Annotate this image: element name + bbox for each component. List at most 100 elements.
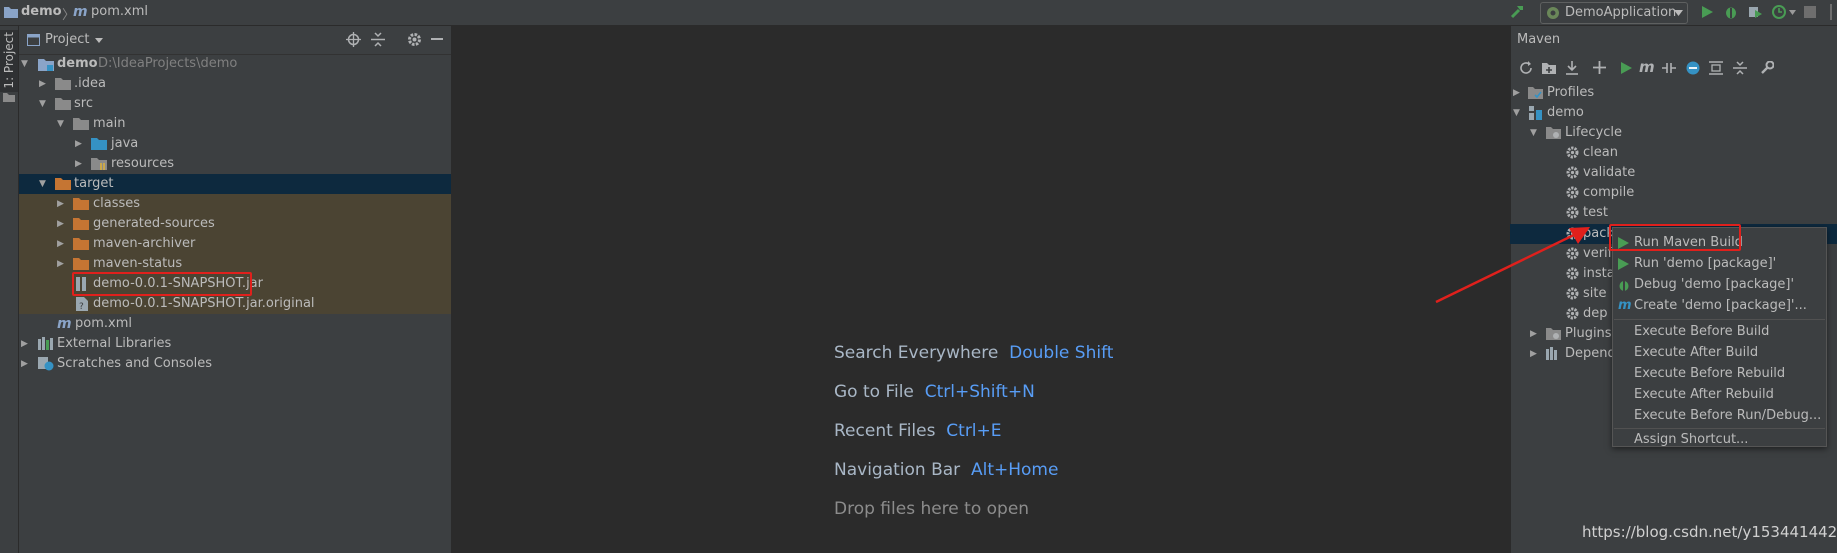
tree-item-generated-sources[interactable]: ▶ generated-sources (19, 214, 451, 234)
skip-tests-icon[interactable] (1686, 61, 1700, 75)
collapsed-arrow-icon: ▶ (57, 259, 64, 269)
tree-item-main[interactable]: ▼ main (19, 114, 451, 134)
tree-item-demo[interactable]: ▼ demo D:\IdeaProjects\demo (19, 54, 451, 74)
project-tool-tab[interactable]: 1: Project (0, 30, 18, 92)
maven-file-icon: m (73, 4, 88, 20)
gear-icon[interactable] (407, 32, 422, 47)
tree-item-java[interactable]: ▶ java (19, 134, 451, 154)
tree-item-target[interactable]: ▼ target (19, 174, 451, 194)
menu-item-create-demo-package[interactable]: m Create 'demo [package]'... (1613, 296, 1826, 316)
tree-item-label: External Libraries (57, 336, 172, 351)
menu-item-label: Execute Before Build (1634, 324, 1770, 339)
collapse-all-icon[interactable] (371, 32, 385, 47)
breadcrumb-file[interactable]: pom.xml (91, 4, 148, 19)
menu-separator (1614, 319, 1825, 320)
run-configuration-label: DemoApplication (1565, 5, 1677, 20)
run-icon[interactable] (1620, 61, 1633, 75)
maven-phase-clean[interactable]: clean (1510, 143, 1837, 163)
profiler-icon[interactable] (1772, 5, 1786, 19)
build-hammer-icon[interactable] (1509, 4, 1525, 20)
watermark-url: https://blog.csdn.net/y1534414425 (1582, 523, 1837, 541)
menu-item-execute-after-build[interactable]: Execute After Build (1613, 343, 1826, 363)
dependencies-icon (1546, 347, 1561, 360)
dropdown-arrow-icon[interactable] (1789, 10, 1796, 15)
chevron-down-icon (1674, 10, 1683, 16)
maven-item-demo[interactable]: ▼ demo (1510, 103, 1837, 123)
generate-sources-icon[interactable] (1542, 61, 1556, 75)
project-tool-tab-label: 1: Project (2, 32, 16, 89)
menu-item-execute-after-rebuild[interactable]: Execute After Rebuild (1613, 385, 1826, 405)
collapsed-arrow-icon: ▶ (57, 219, 64, 229)
menu-item-label: Execute Before Run/Debug... (1634, 408, 1822, 423)
download-icon[interactable] (1565, 61, 1579, 75)
menu-item-run-demo-package[interactable]: Run 'demo [package]' (1613, 254, 1826, 274)
more-actions-icon[interactable] (1828, 4, 1834, 20)
expanded-arrow-icon: ▼ (1513, 108, 1520, 118)
expanded-arrow-icon: ▼ (39, 99, 46, 109)
locate-file-icon[interactable] (346, 32, 361, 47)
tree-item-maven-archiver[interactable]: ▶ maven-archiver (19, 234, 451, 254)
maven-item-profiles[interactable]: ▶ Profiles (1510, 83, 1837, 103)
plugins-folder-icon (1546, 327, 1561, 340)
tree-item-resources[interactable]: ▶ resources (19, 154, 451, 174)
menu-item-execute-before-rebuild[interactable]: Execute Before Rebuild (1613, 364, 1826, 384)
maven-item-lifecycle[interactable]: ▼ Lifecycle (1510, 123, 1837, 143)
menu-item-assign-shortcut[interactable]: Assign Shortcut... (1613, 425, 1826, 447)
tree-item-scratches[interactable]: ▶ Scratches and Consoles (19, 354, 451, 374)
expanded-arrow-icon: ▼ (57, 119, 64, 129)
maven-phase-validate[interactable]: validate (1510, 163, 1837, 183)
menu-item-execute-before-run-debug[interactable]: Execute Before Run/Debug... (1613, 406, 1826, 426)
hint-shortcut: Ctrl+Shift+N (924, 382, 1035, 402)
collapse-all-icon[interactable] (1733, 61, 1747, 75)
maven-item-label: demo (1547, 105, 1584, 120)
tree-item-label: demo-0.0.1-SNAPSHOT.jar.original (93, 296, 315, 311)
tree-item-label: Scratches and Consoles (57, 356, 213, 371)
lifecycle-folder-icon (1546, 126, 1561, 139)
tree-item-maven-status[interactable]: ▶ maven-status (19, 254, 451, 274)
tree-item-idea[interactable]: ▶ .idea (19, 74, 451, 94)
maven-phase-compile[interactable]: compile (1510, 183, 1837, 203)
tree-item-external-libraries[interactable]: ▶ External Libraries (19, 334, 451, 354)
menu-item-execute-before-build[interactable]: Execute Before Build (1613, 322, 1826, 342)
reload-icon[interactable] (1519, 61, 1533, 75)
project-view-selector[interactable]: Project (45, 32, 89, 47)
stop-icon[interactable] (1804, 6, 1816, 18)
run-with-coverage-icon[interactable] (1748, 5, 1762, 19)
debug-icon[interactable] (1724, 5, 1738, 19)
hint-navigation-bar: Navigation Bar Alt+Home (834, 460, 1058, 480)
collapsed-arrow-icon: ▶ (1530, 329, 1537, 339)
settings-wrench-icon[interactable] (1760, 61, 1774, 75)
hint-label: Search Everywhere (834, 343, 999, 363)
chevron-down-icon[interactable] (95, 38, 103, 43)
folder-icon (73, 117, 89, 130)
run-icon[interactable] (1700, 5, 1714, 19)
show-dependencies-icon[interactable] (1709, 61, 1723, 75)
excluded-folder-icon (73, 217, 89, 230)
menu-item-label: Debug 'demo [package]' (1634, 277, 1795, 292)
tree-item-src[interactable]: ▼ src (19, 94, 451, 114)
run-configuration-select[interactable]: DemoApplication (1540, 2, 1688, 24)
tree-item-label: src (74, 96, 93, 111)
tree-item-label: .idea (74, 76, 106, 91)
execute-goal-icon[interactable]: m (1639, 58, 1655, 76)
tree-item-classes[interactable]: ▶ classes (19, 194, 451, 214)
excluded-folder-icon (73, 257, 89, 270)
maven-item-label: Profiles (1547, 85, 1595, 100)
tree-item-label: target (74, 176, 114, 191)
hint-recent-files: Recent Files Ctrl+E (834, 421, 1002, 441)
run-maven-build-highlight-box (1609, 224, 1741, 251)
breadcrumb-project[interactable]: demo (21, 4, 62, 19)
tree-item-pom[interactable]: m pom.xml (19, 314, 451, 334)
source-folder-icon (91, 137, 107, 150)
tree-item-jar-original[interactable]: ? demo-0.0.1-SNAPSHOT.jar.original (19, 294, 451, 314)
tree-item-label: maven-status (93, 256, 183, 271)
hint-shortcut: Alt+Home (970, 460, 1059, 480)
maven-file-icon: m (57, 316, 72, 332)
hide-panel-icon[interactable] (431, 38, 443, 40)
add-icon[interactable] (1593, 61, 1606, 74)
jar-highlight-box (72, 272, 252, 296)
project-view-icon (27, 34, 40, 46)
toggle-offline-icon[interactable] (1662, 61, 1676, 75)
menu-item-debug-demo-package[interactable]: Debug 'demo [package]' (1613, 275, 1826, 295)
excluded-folder-icon (55, 177, 71, 190)
